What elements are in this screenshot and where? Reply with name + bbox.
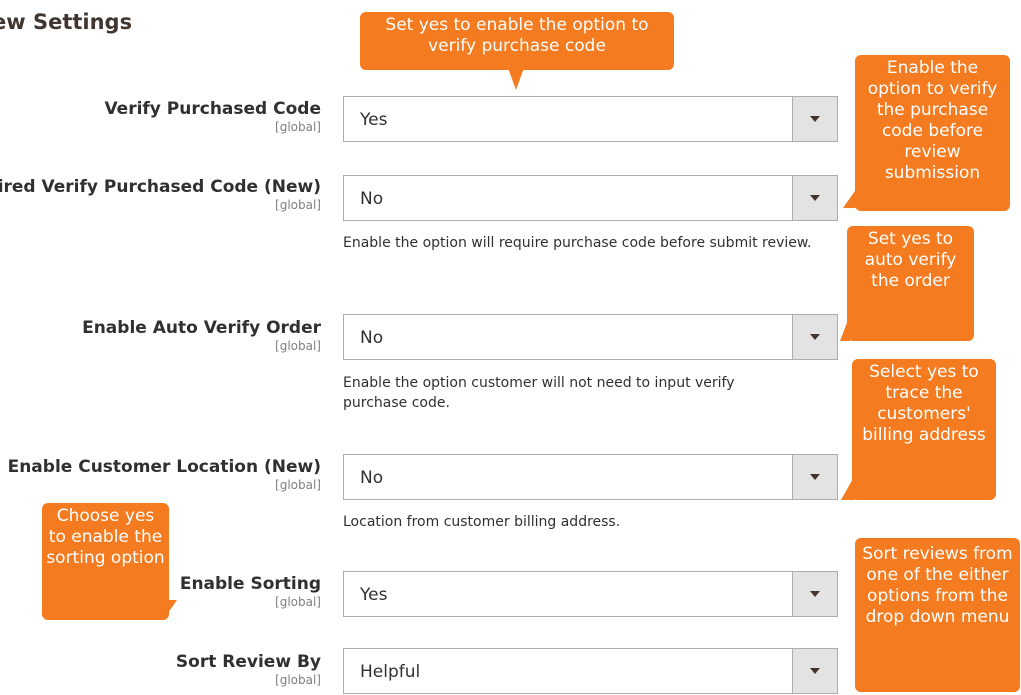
field-label: Enable Customer Location (New) (7, 457, 321, 477)
auto-verify-order-select[interactable]: No (343, 314, 838, 360)
callout-auto-verify: Set yes to auto verify the order (847, 226, 974, 341)
chevron-down-icon[interactable] (792, 649, 837, 693)
callout-before-submission: Enable the option to verify the purchase… (855, 55, 1010, 211)
auto-verify-order-note: Enable the option customer will not need… (343, 375, 735, 411)
enable-sorting-label: Enable Sorting [global] (180, 573, 321, 609)
scope-label: [global] (275, 198, 321, 212)
callout-sorting: Choose yes to enable the sorting option (42, 503, 169, 620)
callout-verify-code: Set yes to enable the option to verify p… (360, 12, 674, 70)
verify-purchased-code-label: Verify Purchased Code [global] (104, 98, 321, 134)
field-label: Enable Auto Verify Order (82, 318, 321, 338)
section-title: ew Settings (0, 10, 133, 34)
sort-review-by-label: Sort Review By [global] (176, 651, 321, 687)
select-value: Helpful (360, 662, 421, 682)
callout-before-submission-pointer (843, 188, 857, 208)
callout-verify-code-pointer (508, 68, 524, 90)
field-label: Verify Purchased Code (104, 99, 321, 119)
chevron-down-icon[interactable] (792, 455, 837, 499)
callout-trace-location-pointer (841, 475, 855, 500)
field-label: ired Verify Purchased Code (New) (0, 177, 321, 197)
sort-review-by-select[interactable]: Helpful (343, 648, 838, 694)
callout-auto-verify-pointer (840, 315, 850, 341)
required-verify-code-label: ired Verify Purchased Code (New) [global… (0, 176, 321, 212)
select-value: No (360, 468, 384, 488)
customer-location-note: Location from customer billing address. (343, 514, 621, 530)
scope-label: [global] (275, 673, 321, 687)
callout-trace-location: Select yes to trace the customers' billi… (852, 359, 996, 500)
verify-purchased-code-select[interactable]: Yes (343, 96, 838, 142)
customer-location-select[interactable]: No (343, 454, 838, 500)
select-value: No (360, 328, 384, 348)
scope-label: [global] (275, 120, 321, 134)
enable-sorting-select[interactable]: Yes (343, 571, 838, 617)
field-label: Sort Review By (175, 652, 321, 672)
chevron-down-icon[interactable] (792, 176, 837, 220)
select-value: Yes (360, 110, 388, 130)
required-verify-code-note: Enable the option will require purchase … (343, 235, 812, 251)
scope-label: [global] (275, 595, 321, 609)
select-value: No (360, 189, 384, 209)
auto-verify-order-label: Enable Auto Verify Order [global] (82, 317, 321, 353)
chevron-down-icon[interactable] (792, 572, 837, 616)
scope-label: [global] (275, 339, 321, 353)
select-value: Yes (360, 585, 388, 605)
customer-location-label: Enable Customer Location (New) [global] (8, 456, 321, 492)
callout-sort-by: Sort reviews from one of the either opti… (855, 538, 1020, 692)
field-label: Enable Sorting (179, 574, 321, 594)
scope-label: [global] (275, 478, 321, 492)
chevron-down-icon[interactable] (792, 97, 837, 141)
chevron-down-icon[interactable] (792, 315, 837, 359)
required-verify-code-select[interactable]: No (343, 175, 838, 221)
callout-sorting-pointer (163, 600, 177, 620)
